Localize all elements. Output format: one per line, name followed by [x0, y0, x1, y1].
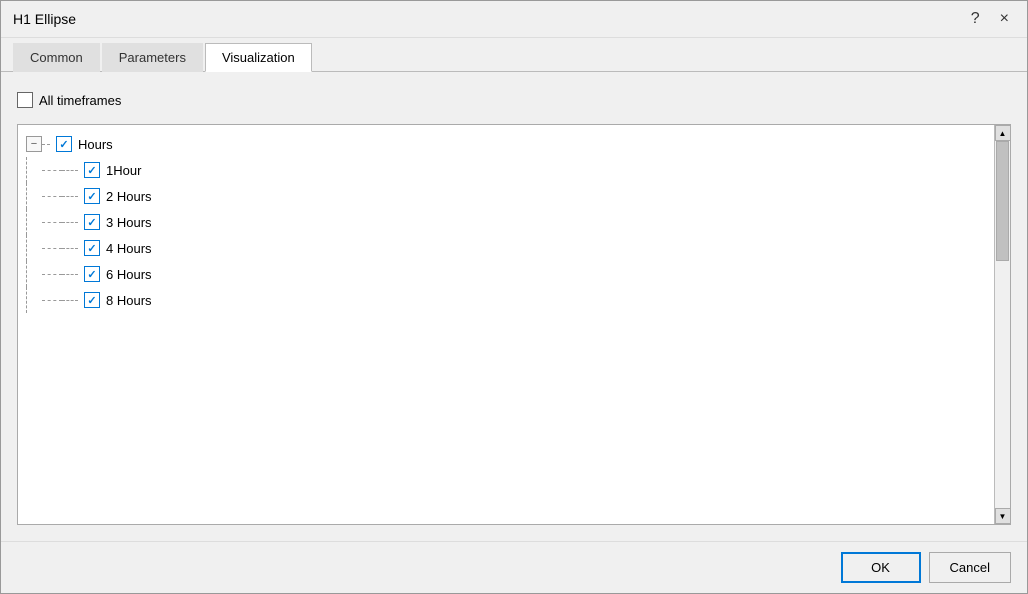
tree-row-hours[interactable]: − Hours: [18, 131, 994, 157]
tree-checkbox-3hours[interactable]: [84, 214, 100, 230]
tree-row-3hours[interactable]: 3 Hours: [18, 209, 994, 235]
tree-checkbox-8hours[interactable]: [84, 292, 100, 308]
tree-label-1hour: 1Hour: [106, 163, 141, 178]
connector-h-6: [62, 222, 78, 223]
title-bar: H1 Ellipse ? ×: [1, 1, 1027, 38]
connector-h-12: [62, 300, 78, 301]
tree-label-4hours: 4 Hours: [106, 241, 152, 256]
all-timeframes-checkbox-label[interactable]: All timeframes: [17, 92, 121, 108]
tree-row-8hours[interactable]: 8 Hours: [18, 287, 994, 313]
tree-checkbox-4hours[interactable]: [84, 240, 100, 256]
tab-common[interactable]: Common: [13, 43, 100, 72]
tree-checkbox-1hour[interactable]: [84, 162, 100, 178]
tree-label-3hours: 3 Hours: [106, 215, 152, 230]
tree-row-6hours[interactable]: 6 Hours: [18, 261, 994, 287]
all-timeframes-row: All timeframes: [17, 88, 1011, 112]
tree-label-6hours: 6 Hours: [106, 267, 152, 282]
vline-4: [26, 235, 42, 261]
connector-h-2: [62, 170, 78, 171]
connector-h-7: [42, 248, 62, 249]
connector-h-3: [42, 196, 62, 197]
tree-checkbox-2hours[interactable]: [84, 188, 100, 204]
dialog-footer: OK Cancel: [1, 541, 1027, 593]
close-button[interactable]: ×: [994, 9, 1015, 29]
vline-3: [26, 209, 42, 235]
dialog-title: H1 Ellipse: [13, 11, 76, 27]
tree-label-2hours: 2 Hours: [106, 189, 152, 204]
connector-h-5: [42, 222, 62, 223]
tree-expand-hours[interactable]: −: [26, 136, 42, 152]
content-area: All timeframes − Hours: [1, 72, 1027, 541]
tree-row-1hour[interactable]: 1Hour: [18, 157, 994, 183]
tab-visualization[interactable]: Visualization: [205, 43, 312, 72]
title-bar-buttons: ? ×: [965, 9, 1015, 29]
tree-panel: − Hours 1Hour: [17, 124, 1011, 525]
connector-h-11: [42, 300, 62, 301]
tree-row-4hours[interactable]: 4 Hours: [18, 235, 994, 261]
vline-5: [26, 261, 42, 287]
tree-label-8hours: 8 Hours: [106, 293, 152, 308]
tree-scrollbar: ▲ ▼: [994, 125, 1010, 524]
ok-button[interactable]: OK: [841, 552, 921, 583]
tab-parameters[interactable]: Parameters: [102, 43, 203, 72]
scroll-thumb[interactable]: [996, 141, 1009, 261]
scroll-up-button[interactable]: ▲: [995, 125, 1011, 141]
tree-content[interactable]: − Hours 1Hour: [18, 125, 994, 524]
connector-h-4: [62, 196, 78, 197]
tree-checkbox-hours[interactable]: [56, 136, 72, 152]
cancel-button[interactable]: Cancel: [929, 552, 1011, 583]
dialog: H1 Ellipse ? × Common Parameters Visuali…: [0, 0, 1028, 594]
scroll-down-button[interactable]: ▼: [995, 508, 1011, 524]
vline-1: [26, 157, 42, 183]
tree-label-hours: Hours: [78, 137, 113, 152]
all-timeframes-label: All timeframes: [39, 93, 121, 108]
scroll-track[interactable]: [995, 141, 1010, 508]
tree-checkbox-6hours[interactable]: [84, 266, 100, 282]
help-button[interactable]: ?: [965, 9, 986, 29]
tree-row-2hours[interactable]: 2 Hours: [18, 183, 994, 209]
connector-h-9: [42, 274, 62, 275]
connector-h-1: [42, 170, 62, 171]
all-timeframes-checkbox[interactable]: [17, 92, 33, 108]
vline-2: [26, 183, 42, 209]
vline-6: [26, 287, 42, 313]
tab-bar: Common Parameters Visualization: [1, 42, 1027, 72]
connector-h-8: [62, 248, 78, 249]
connector-h: [42, 144, 50, 145]
connector-h-10: [62, 274, 78, 275]
